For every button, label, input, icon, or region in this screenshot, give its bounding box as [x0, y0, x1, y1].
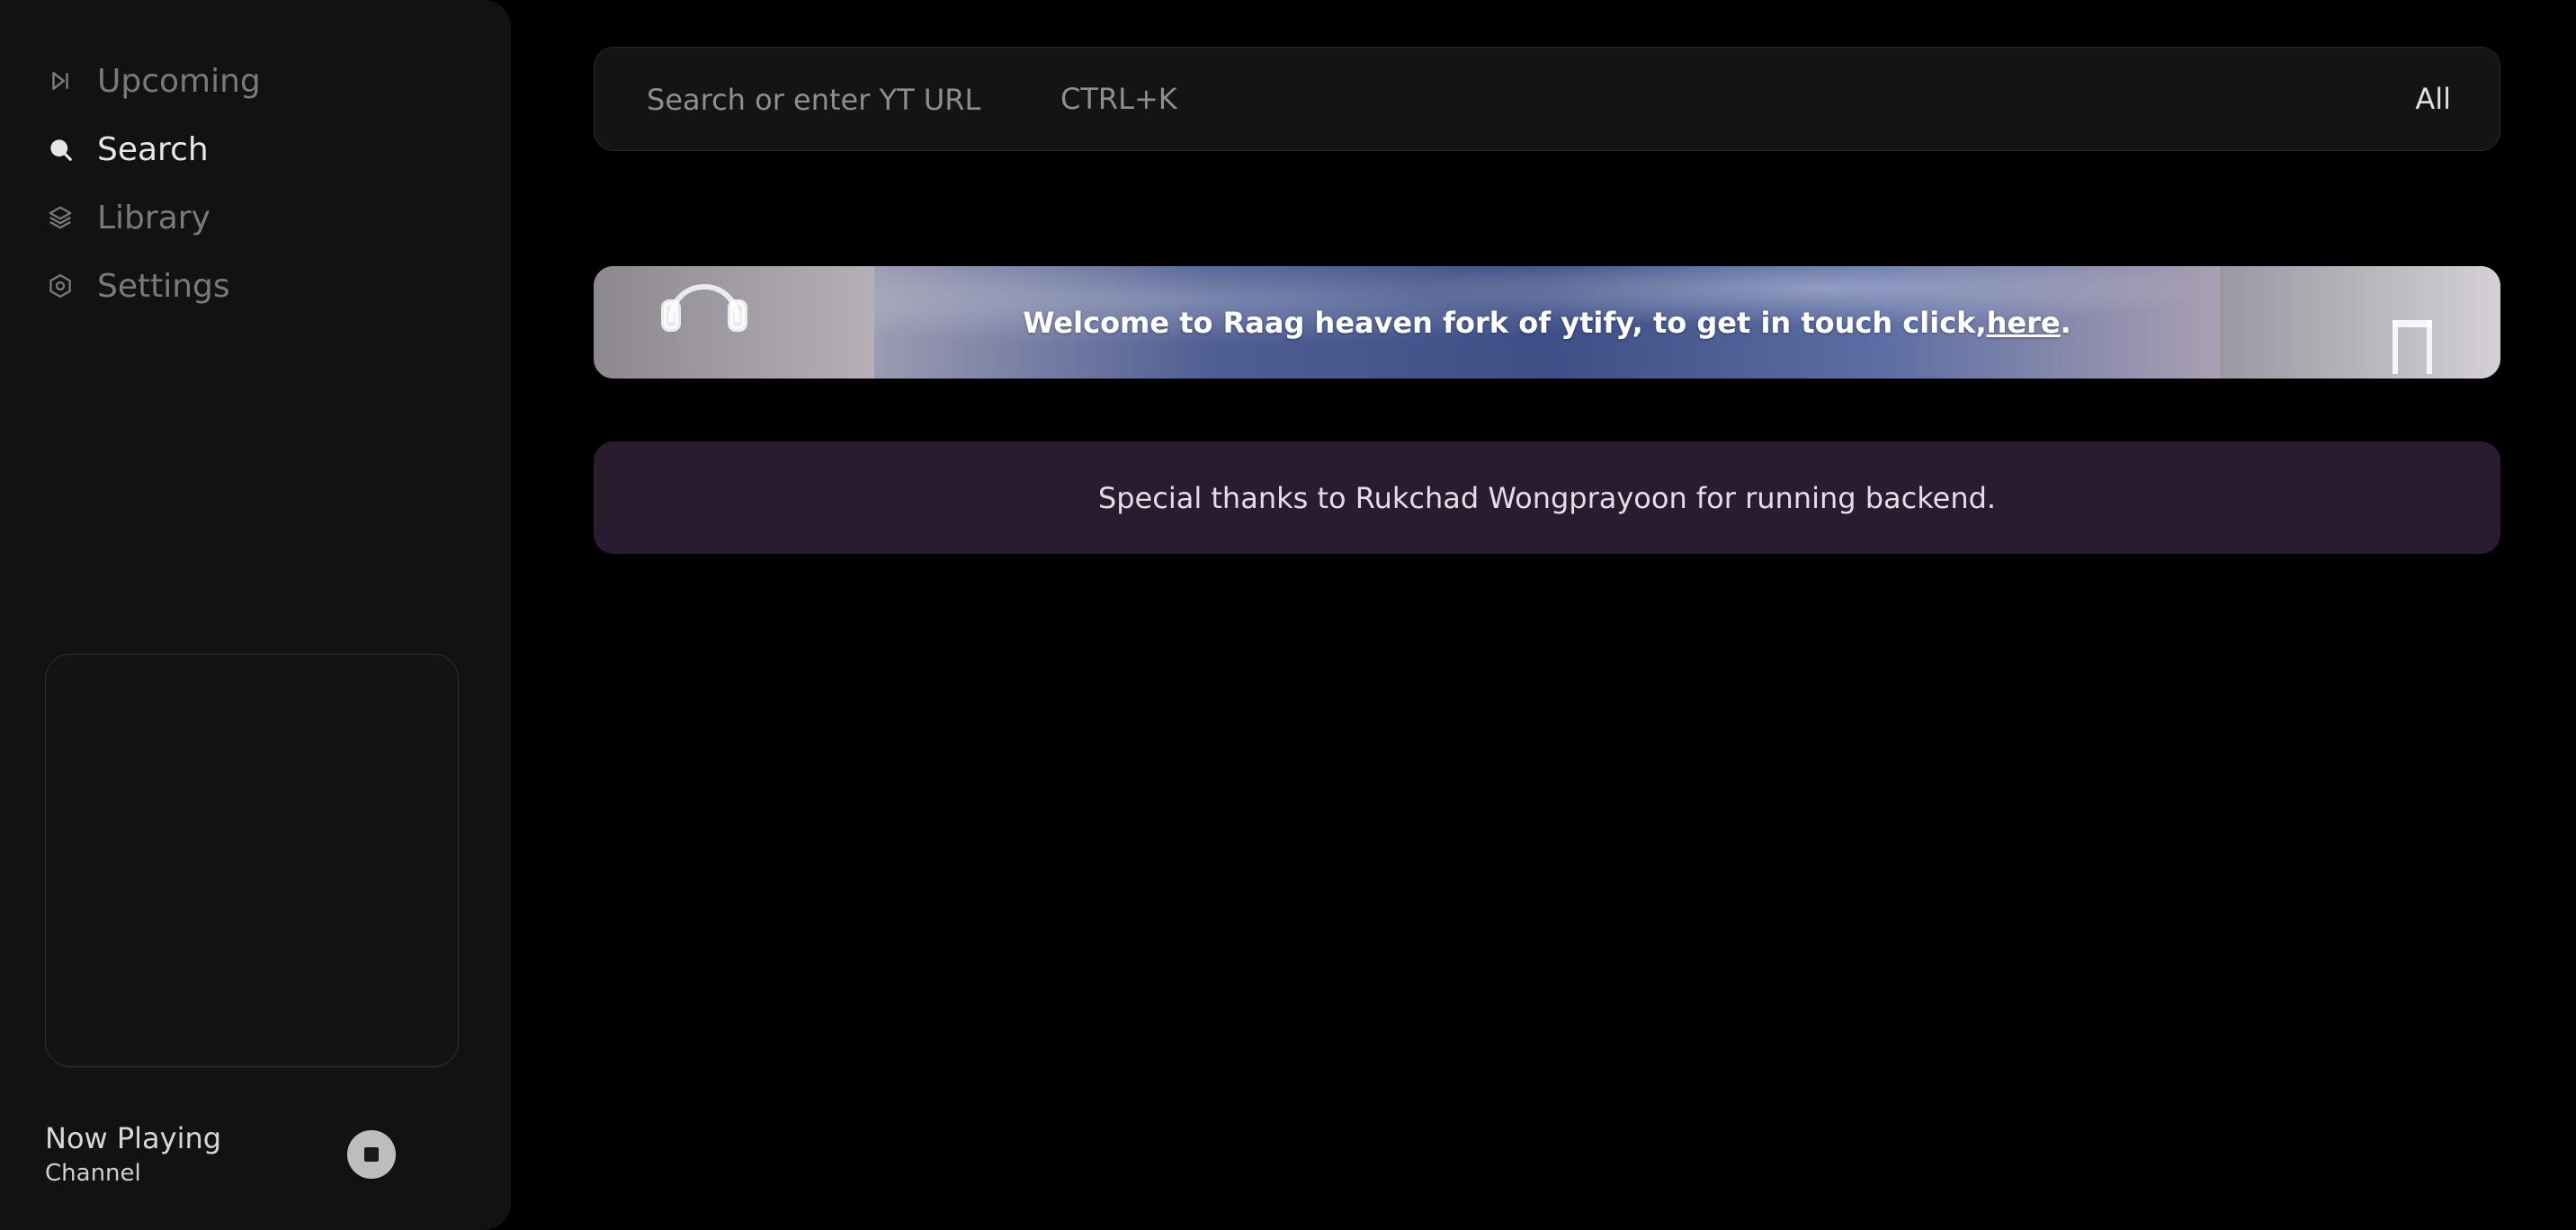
search-input[interactable]	[647, 75, 1060, 125]
thanks-notice: Special thanks to Rukchad Wongprayoon fo…	[594, 441, 2500, 554]
search-bar: CTRL+K All	[594, 47, 2500, 151]
search-filter-select[interactable]: All	[2415, 82, 2451, 116]
banner-text-before: Welcome to Raag heaven fork of ytify, to…	[1023, 305, 1987, 340]
sidebar-item-library[interactable]: Library	[45, 183, 261, 252]
banner-text-after: .	[2060, 305, 2071, 340]
banner-message: Welcome to Raag heaven fork of ytify, to…	[594, 266, 2500, 379]
sidebar-item-label: Settings	[97, 267, 230, 305]
sidebar-item-search[interactable]: Search	[45, 115, 261, 183]
now-playing-artwork[interactable]	[45, 654, 459, 1067]
sidebar-item-label: Search	[97, 130, 209, 168]
now-playing-info[interactable]: Now Playing Channel	[45, 1119, 221, 1189]
thanks-text: Special thanks to Rukchad Wongprayoon fo…	[1097, 480, 1997, 515]
layers-icon	[45, 202, 76, 233]
welcome-banner: Welcome to Raag heaven fork of ytify, to…	[594, 266, 2500, 379]
sidebar-item-upcoming[interactable]: Upcoming	[45, 47, 261, 115]
now-playing-title: Now Playing	[45, 1121, 222, 1155]
sidebar-item-settings[interactable]: Settings	[45, 252, 261, 320]
stop-button[interactable]	[347, 1130, 396, 1179]
play-next-icon	[45, 66, 76, 96]
banner-contact-link[interactable]: here	[1987, 306, 2061, 340]
stop-icon	[364, 1147, 379, 1162]
search-shortcut-hint: CTRL+K	[1060, 82, 1177, 116]
sidebar-item-label: Library	[97, 199, 210, 236]
sidebar-item-label: Upcoming	[97, 62, 261, 100]
search-icon	[45, 134, 76, 165]
sidebar-nav: Upcoming Search Library Settings	[45, 47, 261, 320]
sidebar: Upcoming Search Library Settings Now Pla…	[0, 0, 511, 1230]
now-playing-channel: Channel	[45, 1160, 141, 1187]
settings-hexagon-icon	[45, 271, 76, 301]
